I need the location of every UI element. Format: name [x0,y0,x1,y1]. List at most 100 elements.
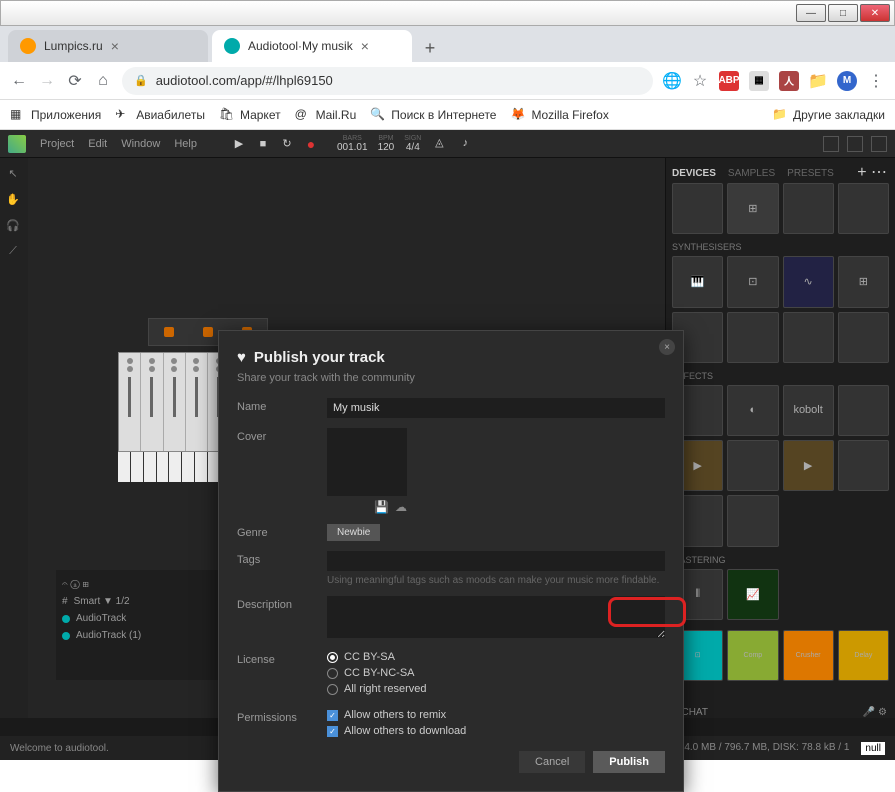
bookmark-item[interactable]: 🦊Mozilla Firefox [510,107,608,123]
device-thumb[interactable] [838,385,889,436]
heart-icon: ♥ [237,349,246,366]
device-thumb[interactable] [838,312,889,363]
tab-samples[interactable]: SAMPLES [728,168,775,179]
save-cover-icon[interactable]: 💾 [374,500,389,514]
permission-option[interactable]: ✓Allow others to download [327,725,665,737]
play-button[interactable]: ▶ [231,136,247,152]
device-thumb[interactable]: ▶ [783,440,834,491]
device-thumb[interactable]: ◐ [727,385,778,436]
device-thumb[interactable]: 🎹 [672,256,723,307]
device-thumb[interactable] [838,440,889,491]
tab-close-icon[interactable]: × [361,38,369,54]
checkbox-icon: ✓ [327,710,338,721]
stop-button[interactable]: ■ [255,136,271,152]
link-tool[interactable]: ⟋ [4,242,22,260]
tuning-icon[interactable]: ♪ [457,135,473,151]
browser-menu-icon[interactable]: ⋮ [867,72,885,90]
bookmark-item[interactable]: 🛍Маркет [219,107,281,123]
cloud-cover-icon[interactable]: ☁ [395,500,407,514]
device-thumb[interactable] [727,440,778,491]
description-input[interactable] [327,596,665,638]
tags-input[interactable] [327,551,665,571]
menu-edit[interactable]: Edit [88,138,107,150]
other-bookmarks[interactable]: 📁Другие закладки [772,107,885,123]
name-input[interactable] [327,398,665,418]
new-tab-button[interactable]: + [416,34,444,62]
bookmark-item[interactable]: ✈Авиабилеты [115,107,205,123]
view-icon[interactable] [871,136,887,152]
hand-tool[interactable]: ✋ [4,190,22,208]
pointer-tool[interactable]: ↖ [4,164,22,182]
modal-title: ♥ Publish your track [237,349,665,366]
bookmark-item[interactable]: @Mail.Ru [295,107,357,123]
headphones-icon[interactable]: 🎧 [4,216,22,234]
home-button[interactable]: ⌂ [94,72,112,90]
bpm-value[interactable]: 120 [378,142,395,153]
profile-avatar[interactable]: M [837,71,857,91]
device-thumb[interactable] [727,495,778,546]
device-thumb[interactable]: ∿ [783,256,834,307]
browser-tab[interactable]: Lumpics.ru × [8,30,208,62]
genre-chip[interactable]: Newbie [327,524,380,541]
forward-button[interactable]: → [38,72,56,90]
device-thumb[interactable]: Comp [727,630,778,681]
tab-close-icon[interactable]: × [111,38,119,54]
device-thumb[interactable]: kobolt [783,385,834,436]
device-thumb[interactable]: ⊞ [727,183,778,234]
device-thumb[interactable]: Crusher [783,630,834,681]
menu-help[interactable]: Help [174,138,197,150]
menu-window[interactable]: Window [121,138,160,150]
window-maximize[interactable]: □ [828,4,858,22]
loop-button[interactable]: ↻ [279,136,295,152]
window-minimize[interactable]: — [796,4,826,22]
apps-button[interactable]: ▦Приложения [10,107,101,123]
menu-project[interactable]: Project [40,138,74,150]
chat-toggle[interactable]: ▶ CHAT 🎤 ⚙ [671,707,887,718]
record-button[interactable]: ● [303,136,319,152]
device-thumb[interactable] [838,183,889,234]
bookmark-folder-icon[interactable]: 📁 [809,72,827,90]
device-thumb[interactable] [672,183,723,234]
device-thumb[interactable]: 📈 [727,569,778,620]
extension-abp-icon[interactable]: ABP [719,71,739,91]
timesig-value[interactable]: 4/4 [404,142,421,153]
radio-icon [327,684,338,695]
star-icon[interactable]: ☆ [691,72,709,90]
extension-icon[interactable]: ▦ [749,71,769,91]
device-thumb[interactable] [783,312,834,363]
tab-devices[interactable]: DEVICES [672,168,716,179]
modal-subtitle: Share your track with the community [237,372,665,384]
cancel-button[interactable]: Cancel [519,751,585,773]
device-thumb[interactable] [727,312,778,363]
modal-close-button[interactable]: × [659,339,675,355]
app-logo[interactable] [8,135,26,153]
translate-icon[interactable]: 🌐 [663,72,681,90]
metronome-icon[interactable]: ◬ [431,135,447,151]
window-close[interactable]: ✕ [860,4,890,22]
tab-presets[interactable]: PRESETS [787,168,834,179]
permission-option[interactable]: ✓Allow others to remix [327,709,665,721]
back-button[interactable]: ← [10,72,28,90]
browser-tab-active[interactable]: Audiotool·My musik × [212,30,412,62]
publish-button[interactable]: Publish [593,751,665,773]
device-thumb[interactable]: ⊡ [727,256,778,307]
apps-icon: ▦ [10,107,26,123]
cover-preview[interactable] [327,428,407,496]
add-device-button[interactable]: + ⋯ [857,162,887,182]
view-icon[interactable] [823,136,839,152]
device-thumb[interactable]: Delay [838,630,889,681]
bars-value: 001.01 [337,142,368,153]
license-option[interactable]: CC BY-NC-SA [327,667,665,679]
label-tags: Tags [237,551,327,586]
extension-pdf-icon[interactable]: 人 [779,71,799,91]
device-thumb[interactable]: ⊞ [838,256,889,307]
plane-icon: ✈ [115,107,131,123]
device-thumb[interactable] [783,183,834,234]
publish-modal: × ♥ Publish your track Share your track … [218,330,684,792]
license-option[interactable]: All right reserved [327,683,665,695]
bookmark-item[interactable]: 🔍Поиск в Интернете [370,107,496,123]
reload-button[interactable]: ⟳ [66,72,84,90]
license-option[interactable]: CC BY-SA [327,651,665,663]
url-input[interactable]: 🔒 audiotool.com/app/#/lhpl69150 [122,67,653,95]
view-icon[interactable] [847,136,863,152]
